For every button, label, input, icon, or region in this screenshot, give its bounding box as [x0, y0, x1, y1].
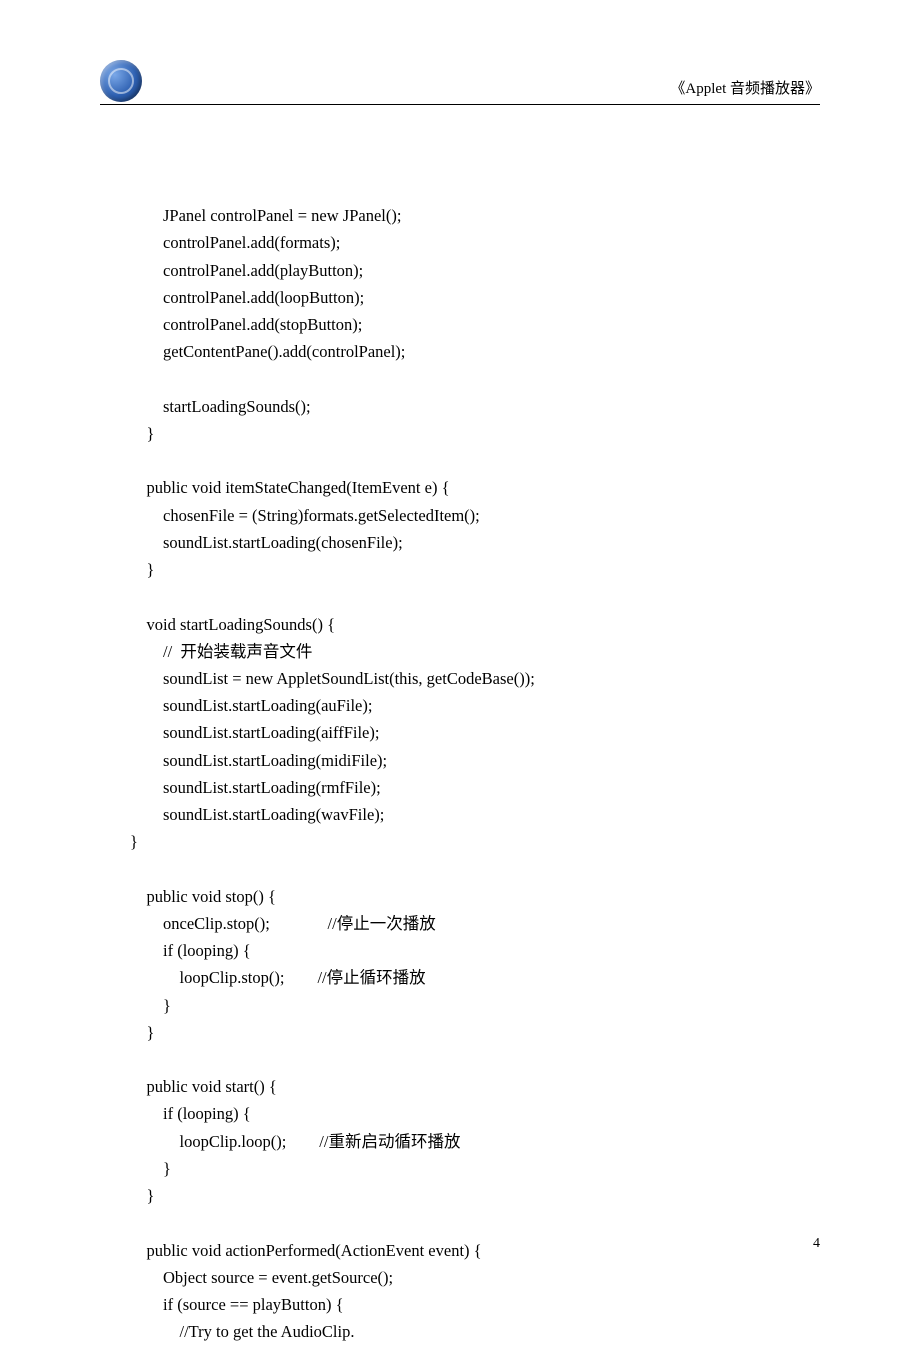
code-block: JPanel controlPanel = new JPanel(); cont… [130, 175, 820, 1345]
document-page: 《Applet 音频播放器》 JPanel controlPanel = new… [0, 0, 920, 1302]
logo-icon [100, 60, 142, 102]
header-title: 《Applet 音频播放器》 [670, 77, 820, 98]
page-header: 《Applet 音频播放器》 [100, 60, 820, 105]
page-number: 4 [813, 1236, 820, 1252]
